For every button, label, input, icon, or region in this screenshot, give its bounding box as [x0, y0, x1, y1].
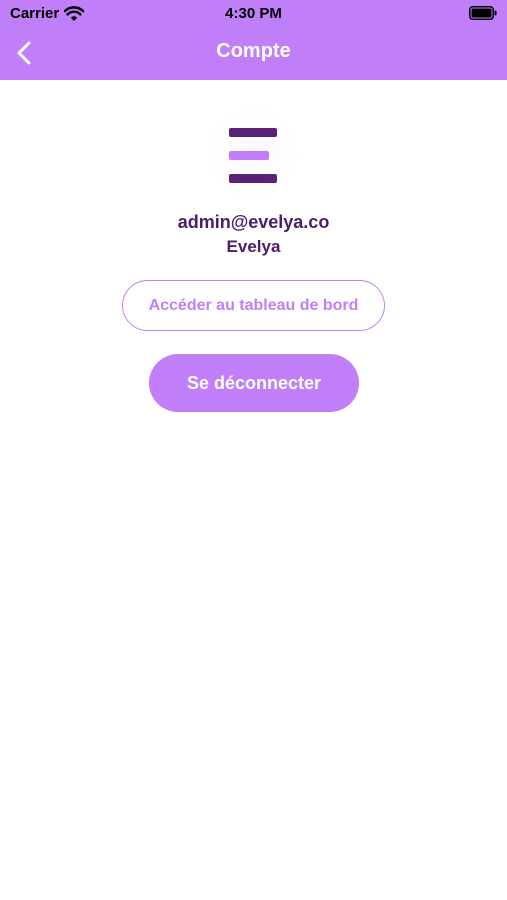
- app-header: Carrier 4:30 PM Compte: [0, 0, 507, 80]
- logout-button[interactable]: Se déconnecter: [149, 354, 359, 412]
- dashboard-button[interactable]: Accéder au tableau de bord: [122, 280, 385, 331]
- app-logo: [205, 108, 301, 198]
- page-title: Compte: [216, 40, 291, 62]
- account-name: Evelya: [226, 237, 281, 256]
- status-time: 4:30 PM: [225, 5, 282, 22]
- navigation-bar: Compte: [0, 28, 507, 80]
- account-email: admin@evelya.co: [177, 212, 330, 232]
- status-bar: Carrier 4:30 PM: [0, 0, 507, 28]
- evelya-logo-icon: [229, 128, 277, 183]
- battery-full-icon: [469, 6, 497, 20]
